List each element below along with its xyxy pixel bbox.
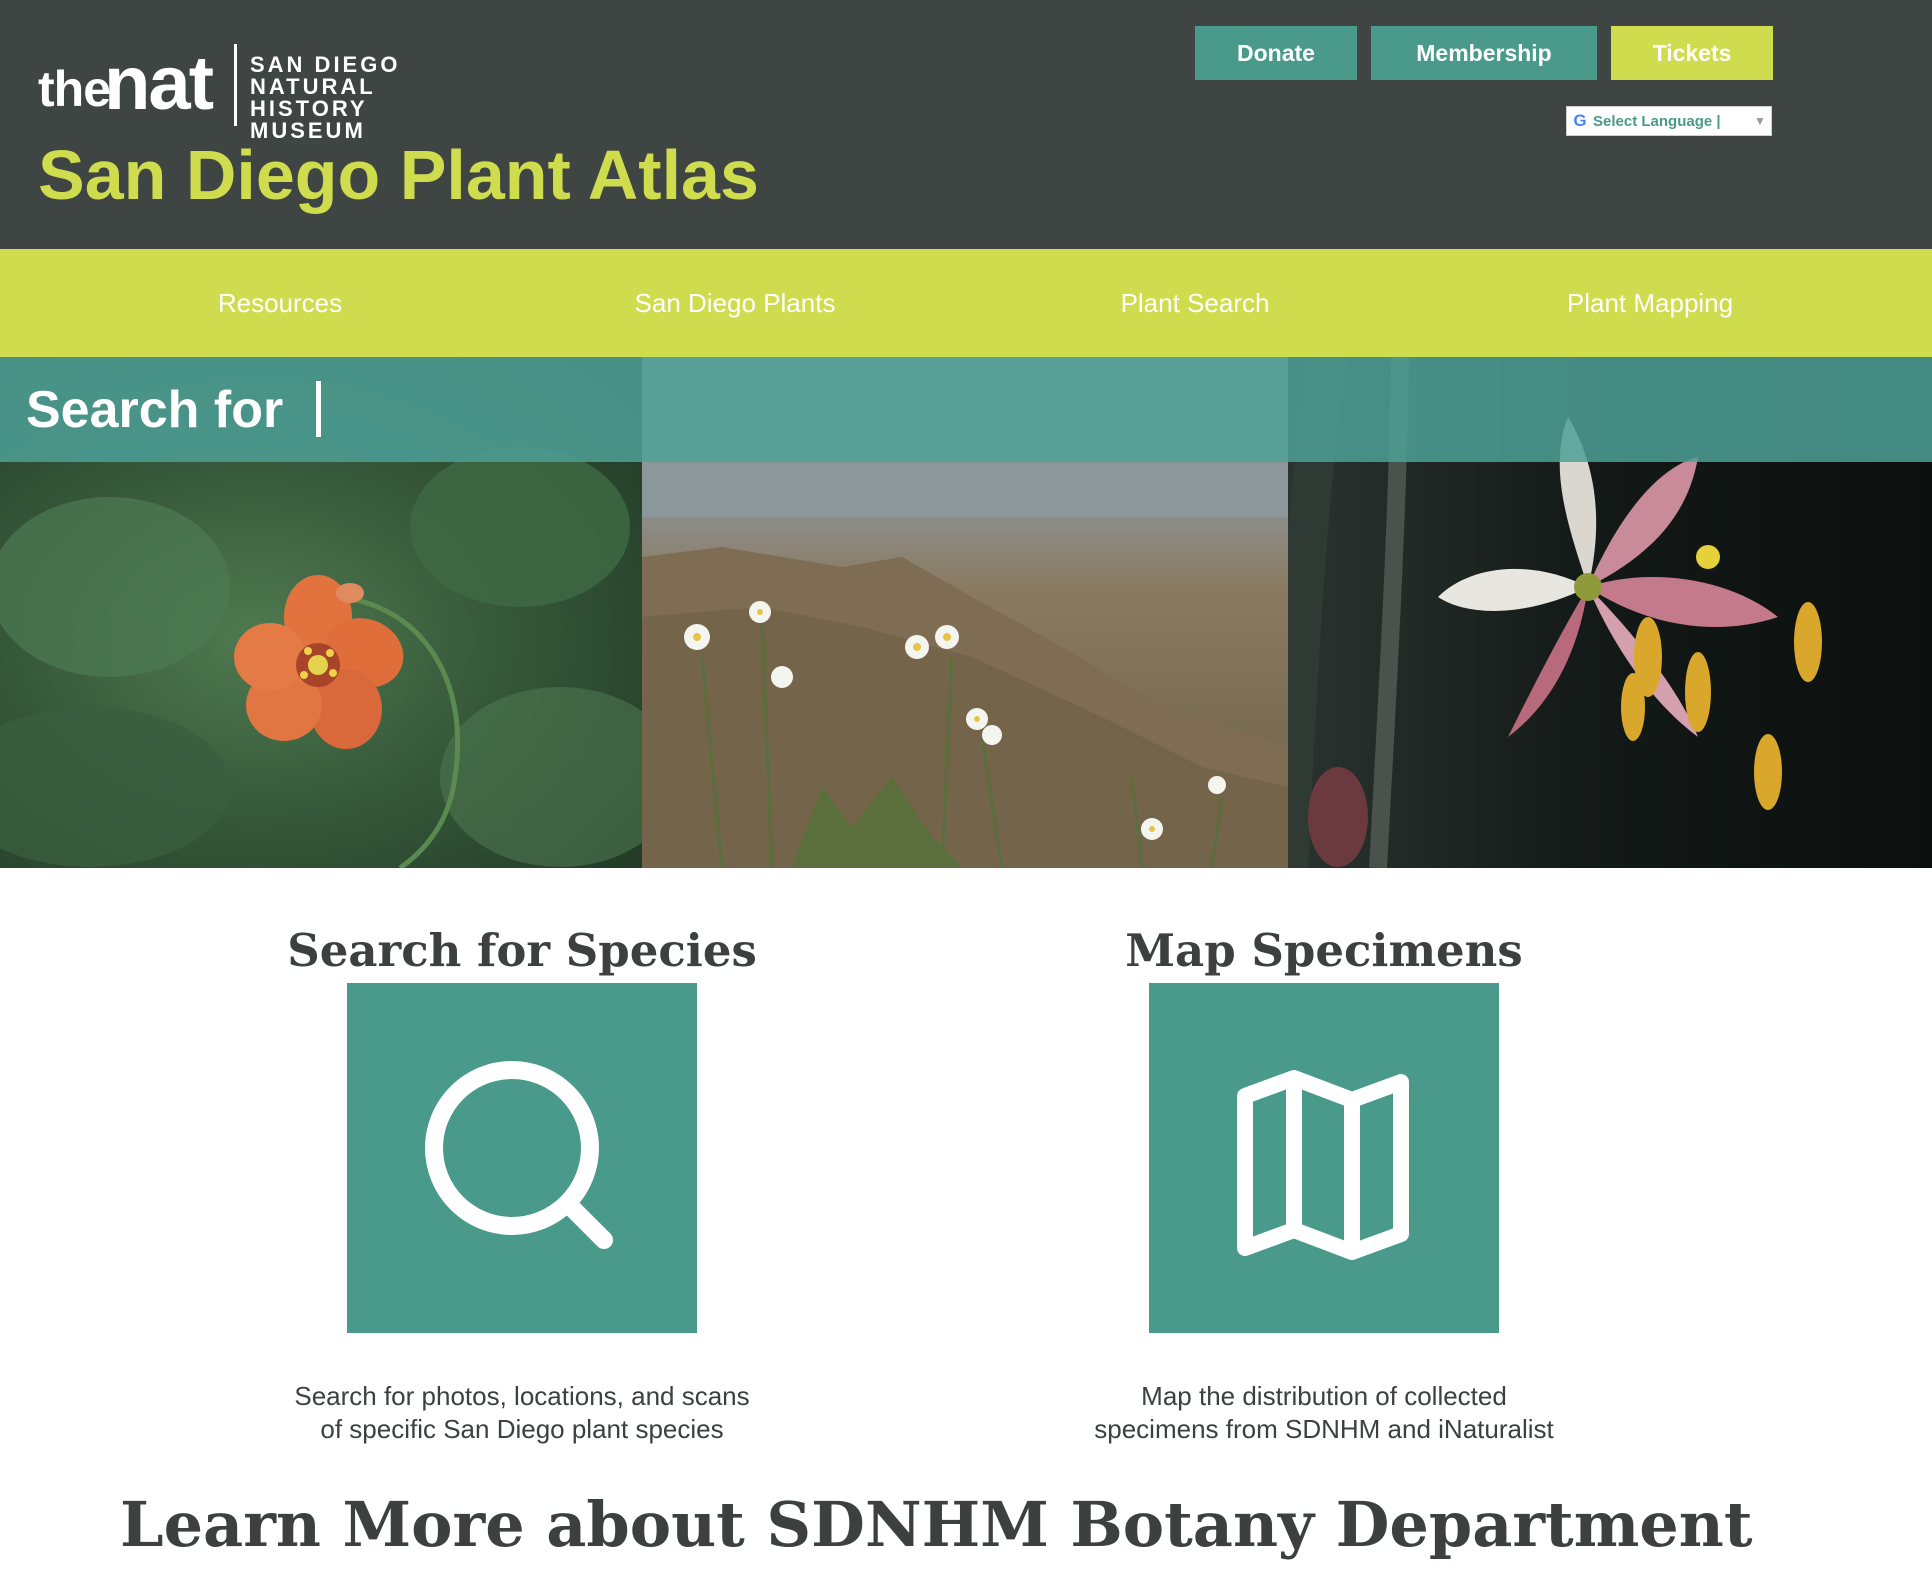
- search-icon: [425, 1061, 613, 1249]
- logo-line-1: SAN DIEGO: [250, 52, 401, 77]
- feature-desc-search-line-2: of specific San Diego plant species: [320, 1414, 724, 1444]
- language-select-separator: |: [1716, 112, 1721, 130]
- feature-title-map-specimens: Map Specimens: [1125, 924, 1523, 977]
- feature-desc-search-line-1: Search for photos, locations, and scans: [294, 1381, 750, 1411]
- logo-nat-text: nat: [104, 41, 214, 126]
- feature-desc-search-species: Search for photos, locations, and scans …: [222, 1380, 822, 1446]
- museum-logo[interactable]: the nat SAN DIEGO NATURAL HISTORY MUSEUM: [38, 41, 498, 142]
- language-select[interactable]: G Select Language | ▼: [1566, 106, 1772, 136]
- donate-button[interactable]: Donate: [1195, 26, 1357, 80]
- nav-item-resources[interactable]: Resources: [180, 249, 380, 357]
- chevron-down-icon: ▼: [1754, 114, 1766, 128]
- tickets-button[interactable]: Tickets: [1611, 26, 1773, 80]
- nav-item-plant-search[interactable]: Plant Search: [1090, 249, 1300, 357]
- logo-divider: [234, 44, 237, 126]
- language-select-text: Select Language |: [1593, 113, 1749, 130]
- nav-item-plant-mapping[interactable]: Plant Mapping: [1540, 249, 1760, 357]
- feature-desc-map-specimens: Map the distribution of collected specim…: [1024, 1380, 1624, 1446]
- hero-banner: Search for: [0, 357, 1932, 868]
- logo-line-2: NATURAL HISTORY: [250, 74, 376, 121]
- main-nav: Resources San Diego Plants Plant Search …: [0, 249, 1932, 357]
- hero-search-label: Search for: [26, 381, 284, 439]
- logo-museum-name: SAN DIEGO NATURAL HISTORY MUSEUM: [250, 54, 498, 142]
- membership-button[interactable]: Membership: [1371, 26, 1597, 80]
- google-g-icon: G: [1573, 111, 1587, 130]
- typing-caret: [316, 381, 321, 437]
- site-title[interactable]: San Diego Plant Atlas: [38, 140, 759, 210]
- logo-the-text: the: [38, 61, 111, 117]
- language-select-label: Select Language: [1593, 112, 1713, 130]
- feature-desc-map-line-2: specimens from SDNHM and iNaturalist: [1094, 1414, 1554, 1444]
- feature-desc-map-line-1: Map the distribution of collected: [1141, 1381, 1507, 1411]
- hero-search-bar: Search for: [0, 357, 1932, 462]
- map-icon: [1237, 1070, 1409, 1260]
- nav-item-san-diego-plants[interactable]: San Diego Plants: [610, 249, 860, 357]
- map-specimens-tile[interactable]: [1149, 983, 1499, 1333]
- search-species-tile[interactable]: [347, 983, 697, 1333]
- learn-more-heading[interactable]: Learn More about SDNHM Botany Department: [120, 1494, 1752, 1556]
- site-header: the nat SAN DIEGO NATURAL HISTORY MUSEUM…: [0, 0, 1932, 249]
- feature-title-search-species: Search for Species: [287, 924, 757, 977]
